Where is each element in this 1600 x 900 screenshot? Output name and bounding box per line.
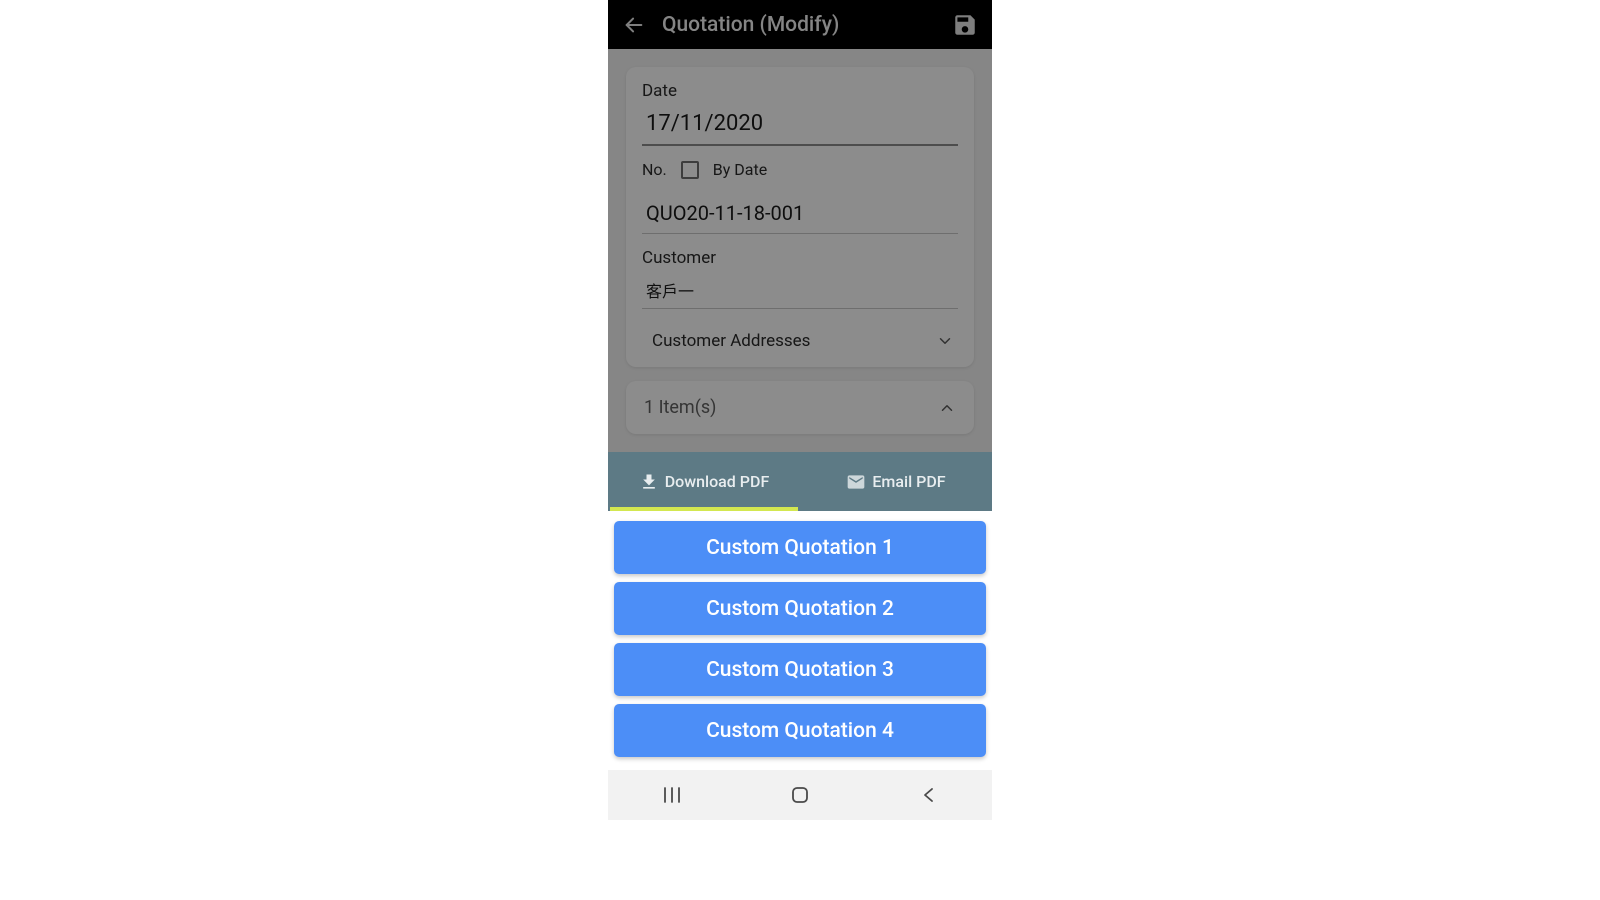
quotation-no-field[interactable]: QUO20-11-18-001 [642, 197, 958, 234]
tab-download-pdf[interactable]: Download PDF [608, 452, 800, 511]
tab-email-pdf[interactable]: Email PDF [800, 452, 992, 511]
arrow-left-icon [623, 14, 645, 36]
by-date-checkbox[interactable] [681, 161, 699, 179]
addresses-label: Customer Addresses [652, 331, 810, 351]
quotation-card: Date 17/11/2020 No. By Date QUO20-11-18-… [626, 67, 974, 367]
date-field[interactable]: 17/11/2020 [642, 107, 958, 146]
option-custom-quotation-2[interactable]: Custom Quotation 2 [614, 582, 986, 635]
customer-label: Customer [642, 248, 958, 268]
home-icon [791, 786, 809, 804]
recent-icon [661, 786, 683, 804]
nav-home-button[interactable] [780, 775, 820, 815]
email-icon [846, 472, 866, 492]
chevron-up-icon [938, 399, 956, 417]
tab-email-label: Email PDF [872, 472, 945, 491]
chevron-down-icon [936, 332, 954, 350]
option-custom-quotation-1[interactable]: Custom Quotation 1 [614, 521, 986, 574]
system-nav-bar [608, 770, 992, 820]
save-button[interactable] [950, 10, 980, 40]
nav-back-button[interactable] [908, 775, 948, 815]
download-icon [639, 472, 659, 492]
no-label: No. [642, 160, 667, 179]
nav-recent-button[interactable] [652, 775, 692, 815]
customer-field[interactable]: 客戶一 [642, 274, 958, 309]
number-row: No. By Date [642, 160, 958, 179]
date-label: Date [642, 81, 958, 101]
nav-back-icon [921, 786, 935, 804]
items-count-label: 1 Item(s) [644, 397, 716, 418]
template-option-sheet: Custom Quotation 1 Custom Quotation 2 Cu… [608, 511, 992, 770]
customer-addresses-dropdown[interactable]: Customer Addresses [642, 323, 958, 359]
phone-frame: Quotation (Modify) Date 17/11/2020 No. B… [608, 0, 992, 820]
option-custom-quotation-3[interactable]: Custom Quotation 3 [614, 643, 986, 696]
save-icon [952, 12, 978, 38]
by-date-label: By Date [713, 160, 767, 179]
option-custom-quotation-4[interactable]: Custom Quotation 4 [614, 704, 986, 757]
back-button[interactable] [620, 11, 648, 39]
page-title: Quotation (Modify) [662, 13, 950, 37]
tab-download-label: Download PDF [665, 472, 770, 491]
pdf-tab-strip: Download PDF Email PDF [608, 452, 992, 511]
app-bar: Quotation (Modify) [608, 0, 992, 49]
items-card[interactable]: 1 Item(s) [626, 381, 974, 434]
